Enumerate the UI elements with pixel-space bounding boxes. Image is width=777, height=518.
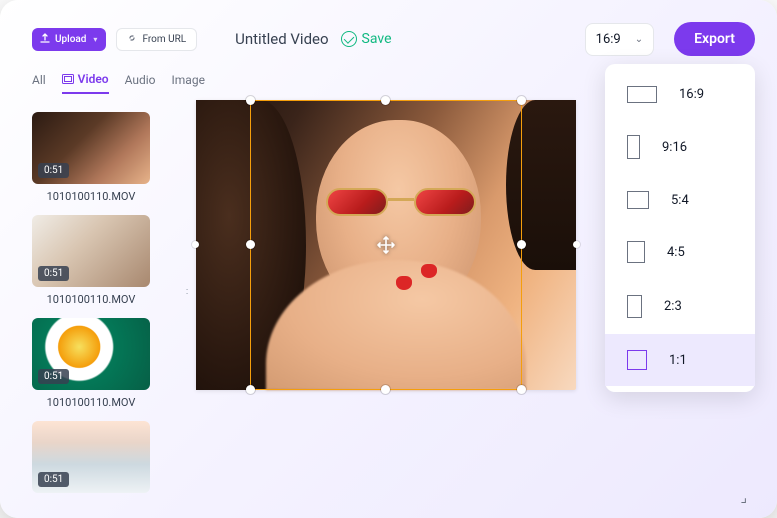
ratio-shape-icon: [627, 241, 645, 263]
ratio-shape-icon: [627, 191, 649, 209]
ratio-label: 9:16: [662, 140, 687, 155]
crop-handle-tm[interactable]: [381, 96, 390, 105]
upload-button[interactable]: Upload ▾: [32, 28, 106, 51]
chevron-down-icon: ▾: [93, 35, 97, 44]
ratio-shape-icon: [627, 295, 642, 318]
check-circle-icon: [341, 31, 357, 47]
ratio-shape-icon: [627, 86, 657, 103]
from-url-button[interactable]: From URL: [116, 28, 197, 51]
clip-item[interactable]: 0:51 1010100110.MOV: [32, 215, 168, 306]
chevron-down-icon: ⌄: [635, 34, 643, 45]
ratio-option-4-5[interactable]: 4:5: [605, 225, 755, 279]
aspect-ratio-value: 16:9: [596, 32, 621, 47]
clip-thumbnail[interactable]: 0:51: [32, 421, 150, 493]
video-canvas[interactable]: [196, 100, 576, 390]
tab-audio[interactable]: Audio: [125, 72, 156, 94]
clip-item[interactable]: 0:51 1010100110.MOV: [32, 318, 168, 409]
clip-duration: 0:51: [38, 369, 69, 384]
ratio-shape-icon: [627, 350, 647, 370]
save-label: Save: [362, 31, 392, 47]
crop-handle-tr[interactable]: [517, 96, 526, 105]
crop-frame[interactable]: [250, 100, 522, 390]
upload-icon: [40, 33, 50, 46]
from-url-label: From URL: [142, 34, 186, 45]
topbar: Upload ▾ From URL Untitled Video Save 16…: [0, 0, 777, 66]
crop-handle-br[interactable]: [517, 385, 526, 394]
ratio-label: 2:3: [664, 299, 682, 314]
ratio-option-5-4[interactable]: 5:4: [605, 175, 755, 225]
ratio-option-1-1[interactable]: 1:1: [605, 334, 755, 386]
canvas-handle-left[interactable]: [192, 241, 199, 248]
clip-item[interactable]: 0:51: [32, 421, 168, 493]
ratio-option-9-16[interactable]: 9:16: [605, 119, 755, 175]
move-cursor-icon: [375, 234, 397, 256]
ratio-shape-icon: [627, 135, 640, 159]
aspect-ratio-panel: 16:9 9:16 5:4 4:5 2:3 1:1: [605, 64, 755, 392]
crop-handle-tl[interactable]: [246, 96, 255, 105]
upload-label: Upload: [55, 34, 86, 45]
sidebar-collapse-handle[interactable]: ∶: [184, 274, 190, 310]
ratio-label: 16:9: [679, 87, 704, 102]
crop-handle-bl[interactable]: [246, 385, 255, 394]
resize-corner-icon: ⌟: [740, 490, 747, 506]
title-group: Untitled Video Save: [235, 30, 391, 48]
clip-item[interactable]: 0:51 1010100110.MOV: [32, 112, 168, 203]
crop-handle-ml[interactable]: [246, 240, 255, 249]
ratio-label: 4:5: [667, 245, 685, 260]
save-status: Save: [341, 31, 392, 47]
crop-handle-mr[interactable]: [517, 240, 526, 249]
clip-thumbnail[interactable]: 0:51: [32, 112, 150, 184]
ratio-label: 5:4: [671, 193, 689, 208]
clip-duration: 0:51: [38, 163, 69, 178]
aspect-ratio-select[interactable]: 16:9 ⌄: [585, 23, 654, 56]
clip-filename: 1010100110.MOV: [32, 293, 150, 306]
ratio-option-2-3[interactable]: 2:3: [605, 279, 755, 334]
video-icon: [62, 74, 74, 84]
tab-video[interactable]: Video: [62, 72, 109, 94]
media-sidebar: All Video Audio Image 0:51 1010100110.MOV…: [0, 66, 190, 518]
project-title[interactable]: Untitled Video: [235, 30, 328, 48]
clip-duration: 0:51: [38, 472, 69, 487]
link-icon: [127, 33, 137, 46]
ratio-label: 1:1: [669, 353, 687, 368]
tab-all[interactable]: All: [32, 72, 46, 94]
crop-handle-bm[interactable]: [381, 385, 390, 394]
media-tabs: All Video Audio Image: [32, 72, 172, 100]
ratio-option-16-9[interactable]: 16:9: [605, 70, 755, 119]
clip-thumbnail[interactable]: 0:51: [32, 215, 150, 287]
canvas-handle-right[interactable]: [573, 241, 580, 248]
clip-filename: 1010100110.MOV: [32, 190, 150, 203]
export-button[interactable]: Export: [674, 22, 755, 56]
clip-list[interactable]: 0:511010100110.MOV0:511010100110.MOV0:51…: [32, 112, 172, 518]
clip-duration: 0:51: [38, 266, 69, 281]
video-editor-app: Upload ▾ From URL Untitled Video Save 16…: [0, 0, 777, 518]
clip-filename: 1010100110.MOV: [32, 396, 150, 409]
clip-thumbnail[interactable]: 0:51: [32, 318, 150, 390]
